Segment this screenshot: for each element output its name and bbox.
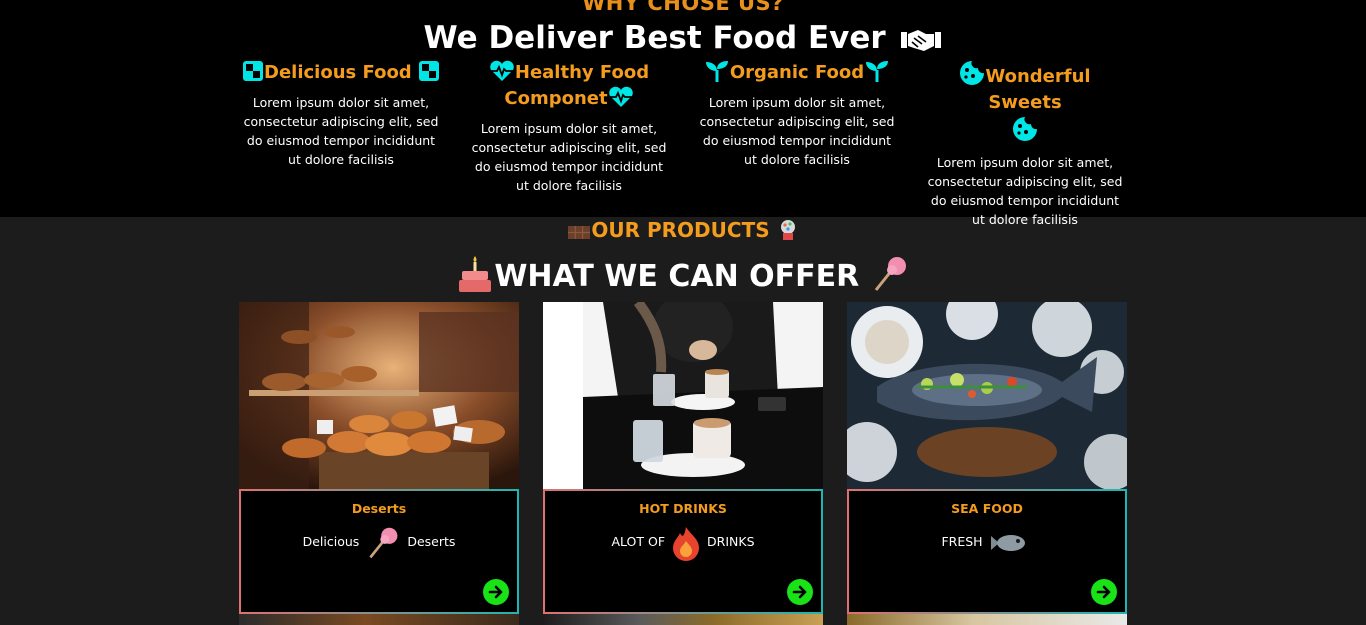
why-title-wrap: We Deliver Best Food Ever — [0, 20, 1366, 56]
product-card-deserts[interactable]: Deserts Delicious Deserts — [239, 302, 519, 614]
card-sub-left: FRESH — [941, 534, 983, 549]
product-card-sea-food[interactable]: SEA FOOD FRESH — [847, 302, 1127, 614]
seedling-icon — [866, 61, 889, 82]
card-subtitle: Delicious Deserts — [241, 522, 517, 562]
chocolate-bar-icon — [568, 226, 591, 239]
next-row-image — [847, 614, 1127, 625]
next-row-image — [543, 614, 823, 625]
bakery-photo — [239, 302, 519, 489]
fire-icon — [673, 526, 700, 561]
heartbeat-icon — [490, 60, 514, 81]
why-title: We Deliver Best Food Ever — [423, 20, 886, 56]
why-section: WHY CHOSE US? We Deliver Best Food Ever … — [0, 0, 1366, 227]
card-sub-right: Deserts — [407, 534, 456, 549]
card-title: Deserts — [351, 501, 407, 516]
birthday-cake-icon — [459, 256, 492, 292]
seedling-icon — [705, 61, 728, 82]
go-arrow-button[interactable] — [483, 579, 509, 605]
feature-desc: Lorem ipsum dolor sit amet, consectetur … — [699, 95, 895, 167]
arrow-right-icon — [1096, 585, 1111, 599]
card-body: Deserts Delicious Deserts — [239, 489, 519, 614]
cookie-icon — [960, 61, 985, 85]
lollipop-icon — [874, 257, 906, 291]
products-title-wrap: WHAT WE CAN OFFER — [0, 254, 1366, 294]
feature-desc: Lorem ipsum dolor sit amet, consectetur … — [471, 121, 667, 193]
checkered-square-icon — [418, 61, 439, 81]
feature-delicious-food: Delicious Food Lorem ipsum dolor sit ame… — [241, 60, 441, 169]
arrow-right-icon — [488, 585, 503, 599]
card-body: HOT DRINKS ALOT OF DRINKS — [543, 489, 823, 614]
feature-title: Organic Food — [729, 62, 865, 83]
card-subtitle: ALOT OF DRINKS — [545, 522, 821, 562]
card-title: SEA FOOD — [951, 501, 1023, 516]
seafood-photo — [847, 302, 1127, 489]
fish-icon — [990, 534, 1025, 551]
feature-title: Healthy Food — [514, 62, 650, 83]
card-body: SEA FOOD FRESH — [847, 489, 1127, 614]
feature-title: Wonderful Sweets — [985, 66, 1091, 113]
feature-desc: Lorem ipsum dolor sit amet, consectetur … — [243, 95, 439, 167]
lollipop-icon — [369, 527, 398, 558]
card-title: HOT DRINKS — [639, 501, 727, 516]
why-eyebrow: WHY CHOSE US? — [582, 0, 784, 15]
products-eyebrow-wrap: OUR PRODUCTS — [0, 218, 1366, 242]
coffee-photo — [543, 302, 823, 489]
cookie-icon — [1013, 117, 1037, 141]
card-sub-left: Delicious — [302, 534, 360, 549]
product-card-hot-drinks[interactable]: HOT DRINKS ALOT OF DRINKS — [543, 302, 823, 614]
feature-wonderful-sweets: Wonderful Sweets Lorem ipsum dolor sit a… — [925, 60, 1125, 229]
feature-title-line2: Componet — [504, 88, 608, 109]
gumball-machine-icon — [780, 220, 795, 240]
products-title: WHAT WE CAN OFFER — [494, 259, 860, 294]
handshake-icon — [901, 29, 942, 51]
next-row-image — [239, 614, 519, 625]
card-subtitle: FRESH — [849, 522, 1125, 562]
card-sub-left: ALOT OF — [611, 534, 666, 549]
go-arrow-button[interactable] — [1091, 579, 1117, 605]
arrow-right-icon — [792, 585, 807, 599]
products-eyebrow: OUR PRODUCTS — [591, 218, 770, 242]
heartbeat-icon — [608, 86, 633, 107]
feature-title: Delicious Food — [264, 62, 412, 83]
checkered-square-icon — [243, 61, 264, 81]
card-sub-right: DRINKS — [707, 534, 755, 549]
feature-healthy-food: Healthy Food Componet Lorem ipsum dolor … — [469, 60, 669, 195]
go-arrow-button[interactable] — [787, 579, 813, 605]
feature-organic-food: Organic Food Lorem ipsum dolor sit amet,… — [697, 60, 897, 169]
